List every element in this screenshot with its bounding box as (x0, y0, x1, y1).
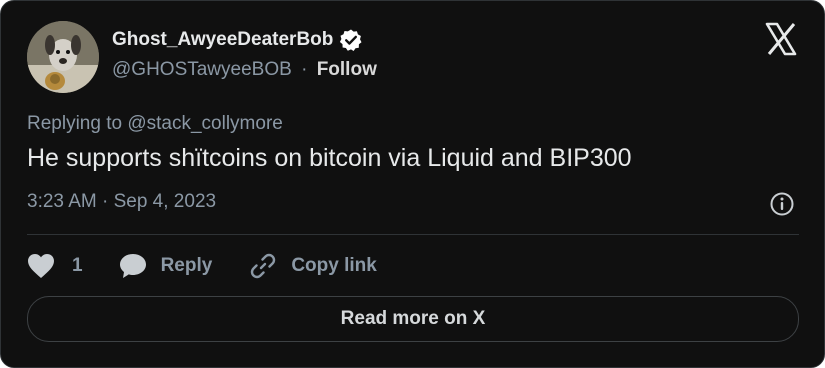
avatar-image (27, 21, 99, 93)
tweet-timestamp[interactable]: 3:23 AM · Sep 4, 2023 (27, 191, 216, 213)
tweet-card: Ghost_AwyeeDeaterBob @GHOSTawyeeBOB · Fo… (0, 0, 825, 368)
reply-button[interactable]: Reply (119, 253, 213, 279)
follow-button[interactable]: Follow (317, 59, 377, 80)
speech-bubble-icon (119, 253, 147, 279)
author-display-name[interactable]: Ghost_AwyeeDeaterBob (112, 29, 333, 51)
replying-to[interactable]: Replying to @stack_collymore (27, 113, 283, 135)
action-bar: 1 Reply Copy link (27, 251, 377, 281)
x-logo-icon[interactable] (763, 21, 799, 57)
reply-label: Reply (160, 255, 213, 276)
handle-row: @GHOSTawyeeBOB · Follow (112, 59, 377, 81)
read-more-button[interactable]: Read more on X (27, 296, 799, 342)
copy-link-button[interactable]: Copy link (249, 252, 377, 280)
heart-icon (27, 253, 55, 279)
verified-badge-icon (339, 28, 363, 52)
handle-separator: · (301, 59, 308, 80)
link-icon (249, 252, 277, 280)
divider (27, 234, 799, 235)
info-icon[interactable] (769, 191, 795, 217)
author-name[interactable]: Ghost_AwyeeDeaterBob (112, 28, 363, 52)
copy-link-label: Copy link (291, 255, 377, 276)
tweet-text: He supports shïtcoins on bitcoin via Liq… (27, 144, 632, 172)
avatar[interactable] (27, 21, 99, 93)
like-button[interactable]: 1 (27, 253, 83, 279)
like-count: 1 (72, 255, 83, 276)
author-handle[interactable]: @GHOSTawyeeBOB (112, 59, 292, 80)
